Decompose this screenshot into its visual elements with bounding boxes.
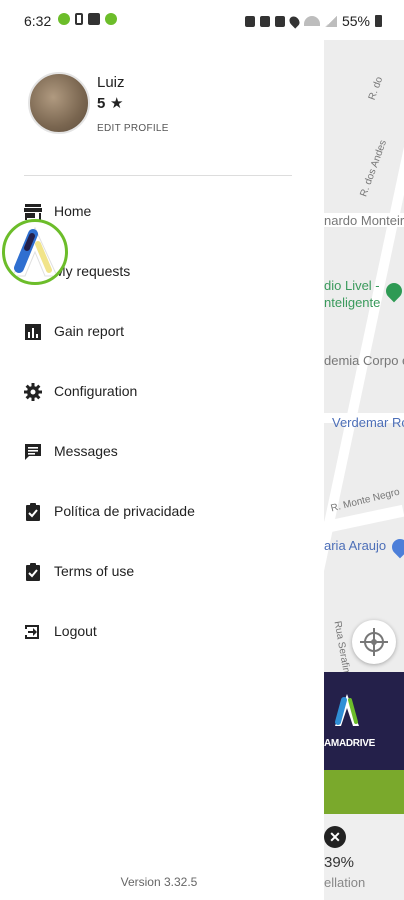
menu-label-logout: Logout — [54, 623, 97, 639]
menu-label-configuration: Configuration — [54, 383, 138, 399]
location-icon — [287, 13, 302, 29]
bar-chart-icon — [25, 324, 41, 340]
sim-icon — [244, 15, 255, 27]
cancellation-label: ellation — [324, 875, 366, 890]
menu-item-logout[interactable]: Logout — [0, 601, 324, 661]
status-bar: 6:32 55% — [0, 0, 404, 40]
profile-header[interactable]: Luiz 5 ★ EDIT PROFILE — [24, 33, 292, 175]
system-icons: 55% — [244, 13, 382, 29]
menu-item-gain-report[interactable]: Gain report — [0, 301, 324, 361]
cancellation-percent: 39% — [324, 854, 355, 871]
map-label: nardo Monteiro — [324, 213, 404, 228]
place-pin-icon[interactable] — [388, 535, 404, 559]
floating-app-bubble[interactable] — [2, 219, 68, 285]
app-notification-icon — [58, 13, 70, 25]
avatar[interactable] — [28, 72, 90, 134]
place-pin-icon[interactable] — [382, 279, 404, 303]
map-label: demia Corpo e — [324, 353, 404, 368]
battery-icon — [375, 15, 382, 27]
map-label: R. dos Andes — [358, 138, 390, 199]
map-label: dio Livel - — [324, 278, 380, 293]
my-location-button[interactable] — [352, 620, 396, 664]
user-rating: 5 — [97, 95, 106, 112]
menu-label-home: Home — [54, 203, 92, 219]
gear-icon — [24, 383, 42, 401]
signal-icon — [324, 15, 337, 27]
stats-panel: ✕ 39% ellation — [324, 814, 404, 900]
status-time: 6:32 — [24, 13, 52, 29]
battery-percent: 55% — [341, 13, 370, 29]
brand-logo-icon — [12, 226, 58, 277]
menu-label-my-requests: My requests — [54, 263, 131, 279]
wifi-icon — [303, 16, 320, 26]
menu-label-privacy-policy: Política de privacidade — [54, 503, 195, 519]
divider — [24, 175, 292, 176]
navigation-drawer: Luiz 5 ★ EDIT PROFILE Home My requests G… — [0, 33, 324, 900]
user-name: Luiz — [97, 74, 125, 91]
menu-item-terms-of-use[interactable]: Terms of use — [0, 541, 324, 601]
map-label: nteligente — [324, 295, 381, 310]
menu-label-gain-report: Gain report — [54, 323, 125, 339]
menu-item-configuration[interactable]: Configuration — [0, 361, 324, 421]
alarm-icon — [259, 15, 270, 27]
status-bar-green[interactable] — [324, 770, 404, 814]
chat-icon — [25, 444, 41, 460]
map-label: aria Araujo — [324, 538, 387, 553]
brand-logo-icon — [335, 694, 359, 726]
menu-item-messages[interactable]: Messages — [0, 421, 324, 481]
app-notification-icon — [105, 13, 117, 25]
notification-icons — [58, 13, 117, 25]
brand-name: AMADRIVE — [324, 738, 375, 749]
app-version: Version 3.32.5 — [120, 875, 198, 889]
usb-icon — [75, 13, 83, 25]
crosshair-icon-dot — [371, 639, 377, 645]
edit-profile-link[interactable]: EDIT PROFILE — [97, 123, 169, 134]
calendar-icon — [88, 13, 100, 25]
clipboard-check-icon — [26, 503, 40, 521]
map-label: Rua Serafim — [331, 620, 353, 677]
map-road — [324, 78, 404, 668]
menu-label-messages: Messages — [54, 443, 118, 459]
mute-icon — [274, 15, 285, 27]
map-label: R. do — [366, 75, 386, 102]
brand-panel: AMADRIVE — [324, 672, 404, 770]
map-label: Verdemar Ro — [332, 415, 404, 430]
clipboard-check-icon — [26, 563, 40, 581]
logout-icon — [25, 625, 39, 639]
close-circle-icon: ✕ — [324, 826, 346, 848]
star-icon: ★ — [110, 95, 124, 112]
menu-label-terms-of-use: Terms of use — [54, 563, 135, 579]
menu-item-privacy-policy[interactable]: Política de privacidade — [0, 481, 324, 541]
